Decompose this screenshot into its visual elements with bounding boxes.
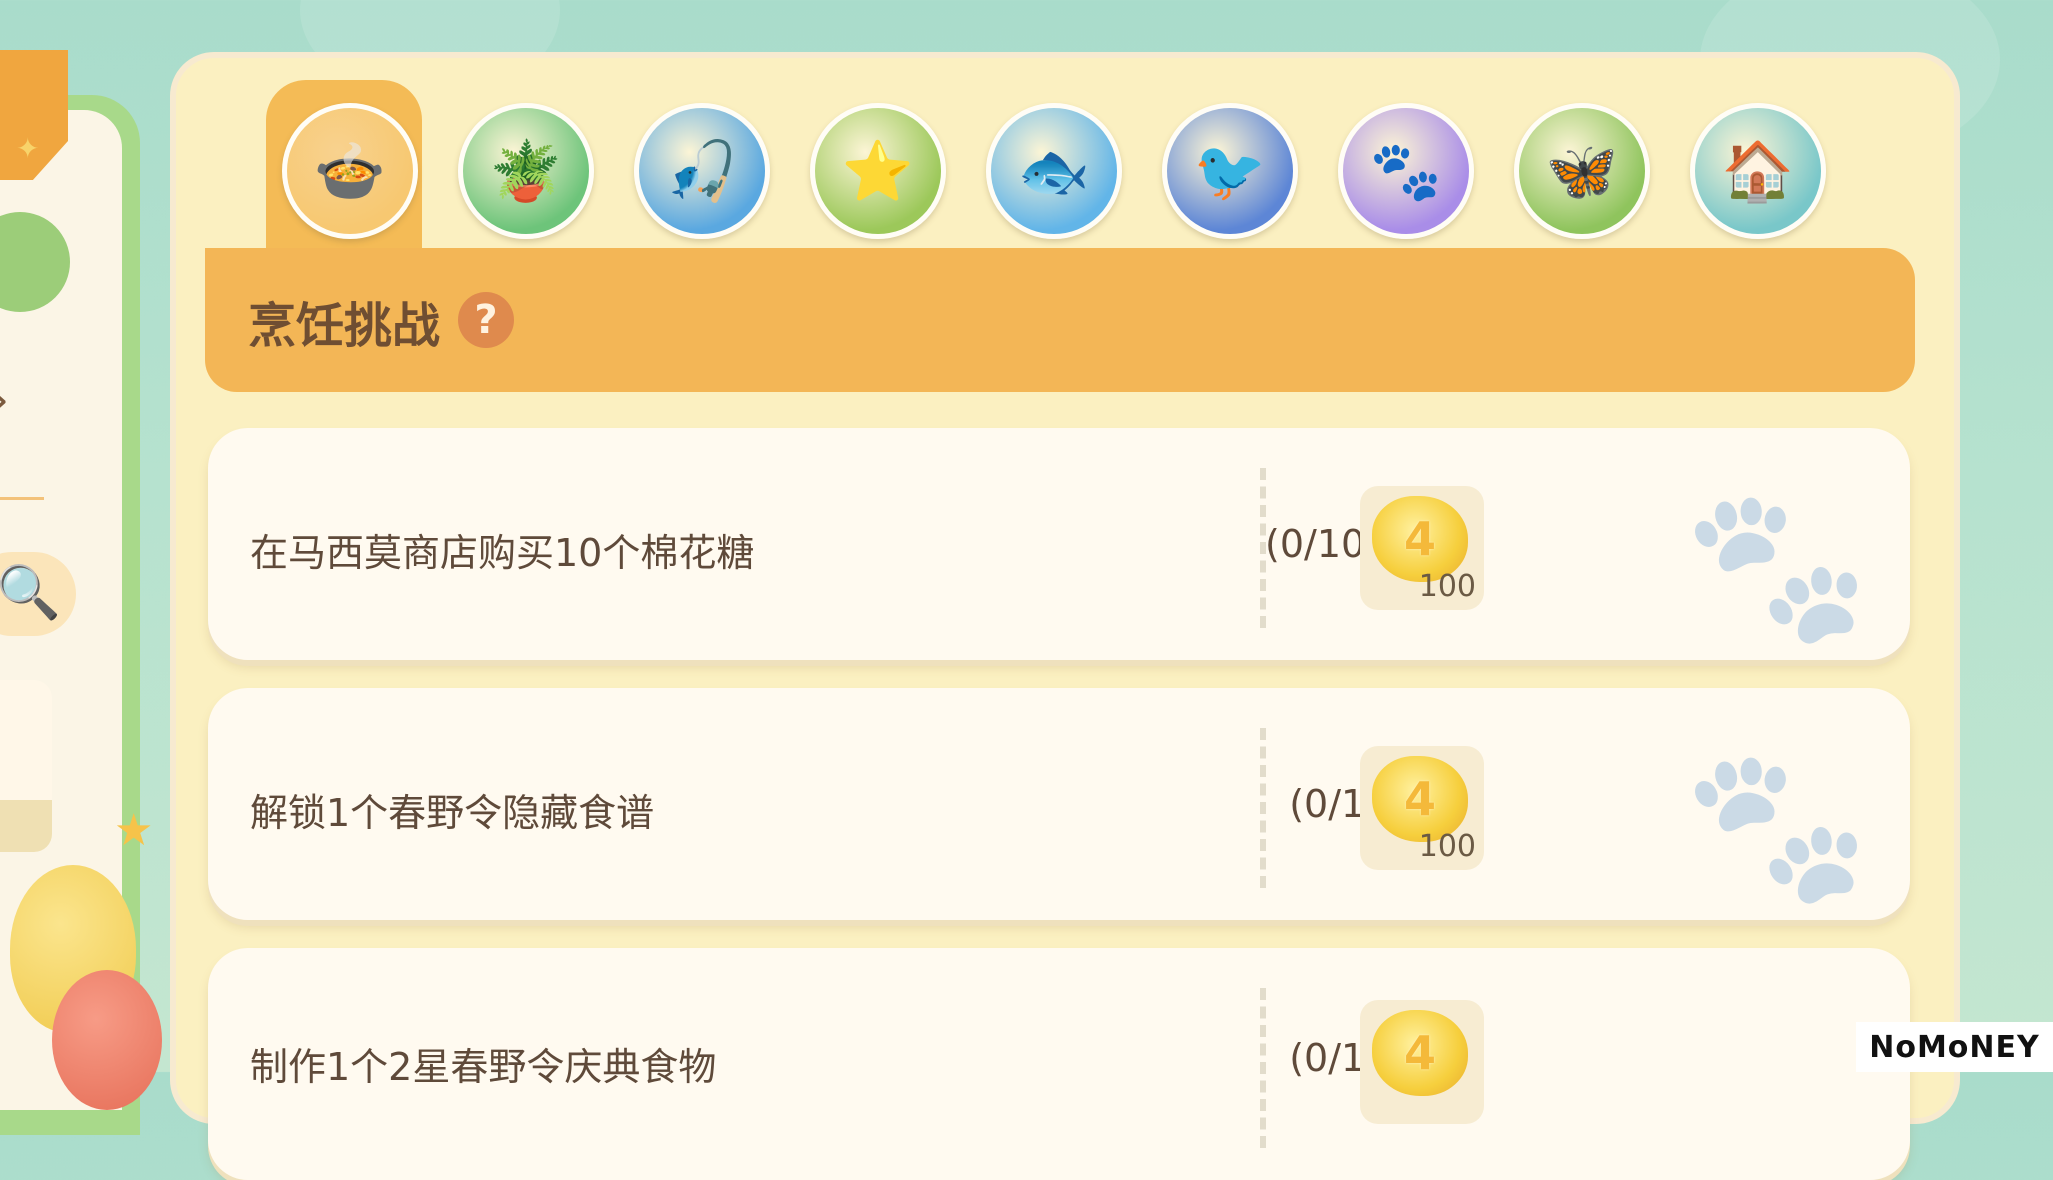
star-icon: ★ [114,805,154,856]
tab-fishing-tab[interactable]: 🎣 [634,103,770,239]
task-description: 解锁1个春野令隐藏食谱 [250,791,655,835]
paw-icon: 🐾 [1369,136,1443,205]
dashed-divider [1260,728,1266,888]
watermark-logo: NoMoNEY [1856,1022,2053,1072]
tab-house-tab[interactable]: 🏠 [1690,103,1826,239]
tab-gardening-tab[interactable]: 🪴 [458,103,594,239]
tab-bird-tab[interactable]: 🐦 [1162,103,1298,239]
page-title: 烹饪挑战 [248,298,441,354]
red-egg-decoration [52,970,162,1110]
paw-icon: 🐾 [1683,479,1870,653]
cooking-icon: 🍲 [313,136,387,205]
tab-fish-tab[interactable]: 🐟 [986,103,1122,239]
gardening-icon: 🪴 [489,136,563,205]
task-card: 制作1个2星春野令庆典食物 (0/1) 4 [208,948,1910,1180]
butterfly-icon: 🦋 [1545,136,1619,205]
star-icon: ✦ [16,132,40,165]
sidebar-divider [0,497,44,500]
reward-count: 100 [1418,829,1476,864]
help-icon[interactable]: ? [458,292,514,348]
reward-item[interactable]: 4 100 [1360,746,1484,870]
reward-item[interactable]: 4 [1360,1000,1484,1124]
coin-icon: 4 [1372,1010,1468,1096]
task-card: 在马西莫商店购买10个棉花糖 (0/10) 4 100 🐾 [208,428,1910,660]
task-description: 制作1个2星春野令庆典食物 [250,1045,717,1089]
task-card: 解锁1个春野令隐藏食谱 (0/1) 4 100 🐾 [208,688,1910,920]
tab-butterfly-tab[interactable]: 🦋 [1514,103,1650,239]
tab-insect-star-tab[interactable]: ⭐ [810,103,946,239]
search-icon[interactable]: 🔍 [0,562,61,623]
sidebar-card-footer [0,800,52,852]
tab-cooking-tab[interactable]: 🍲 [282,103,418,239]
chevron-right-icon[interactable]: › [0,372,9,428]
task-description: 在马西莫商店购买10个棉花糖 [250,531,755,575]
reward-count: 100 [1418,569,1476,604]
fishing-icon: 🎣 [665,136,739,205]
paw-icon: 🐾 [1683,739,1870,913]
dashed-divider [1260,468,1266,628]
fish-icon: 🐟 [1017,136,1091,205]
dashed-divider [1260,988,1266,1148]
reward-item[interactable]: 4 100 [1360,486,1484,610]
tab-paw-tab[interactable]: 🐾 [1338,103,1474,239]
house-icon: 🏠 [1721,136,1795,205]
bird-icon: 🐦 [1193,136,1267,205]
insect-star-icon: ⭐ [841,136,915,205]
